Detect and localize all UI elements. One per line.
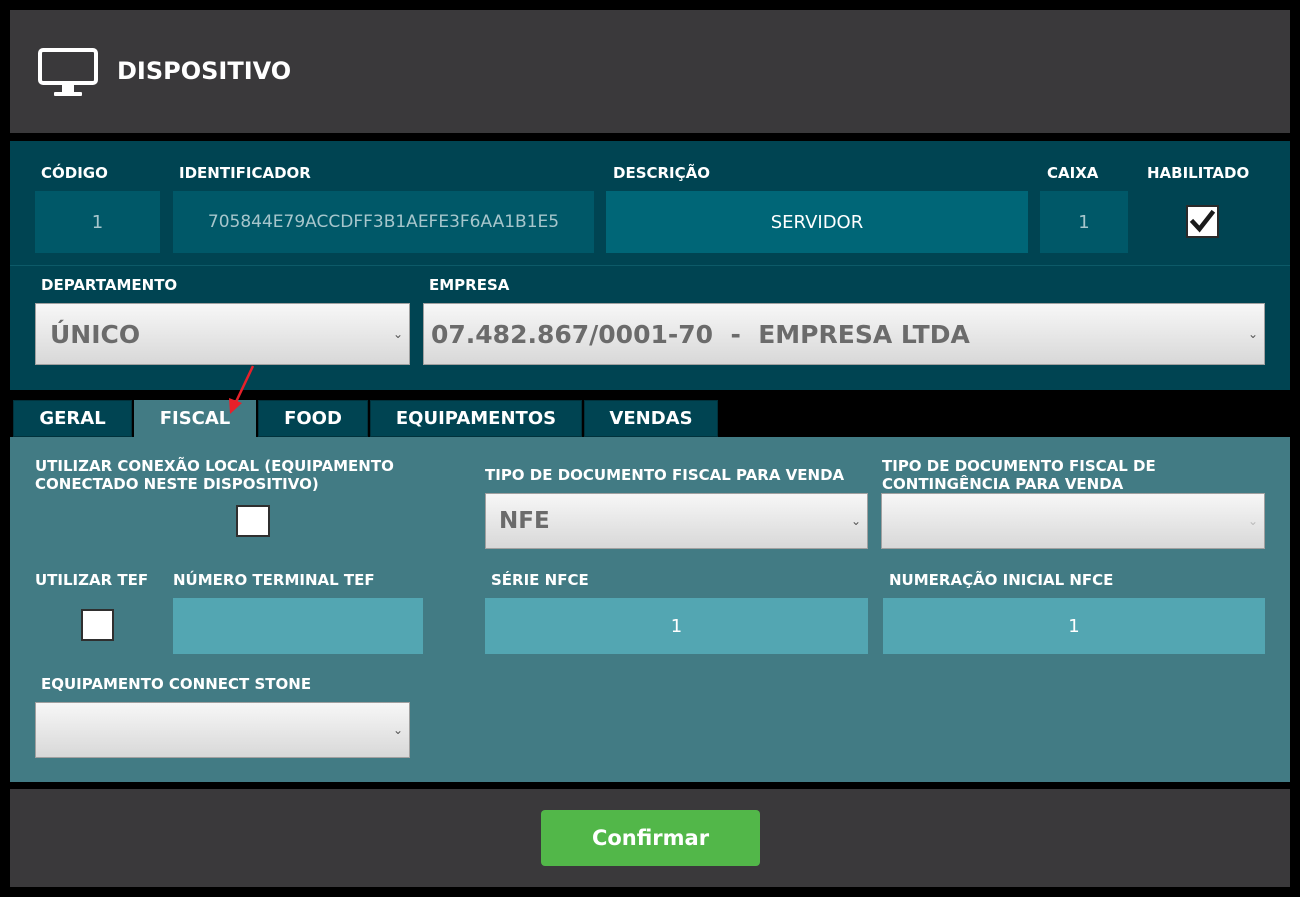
connect-stone-label: EQUIPAMENTO CONNECT STONE bbox=[41, 675, 312, 693]
checkmark-icon bbox=[1189, 209, 1216, 233]
tipo-doc-value: NFE bbox=[499, 508, 550, 534]
serie-nfce-label: SÉRIE NFCE bbox=[491, 571, 589, 589]
empresa-label: EMPRESA bbox=[429, 276, 510, 294]
utilizar-tef-checkbox[interactable] bbox=[81, 609, 114, 641]
annotation-arrow-icon bbox=[229, 365, 255, 414]
tipo-doc-contingencia-label-line1: TIPO DE DOCUMENTO FISCAL DE bbox=[882, 457, 1156, 475]
habilitado-checkbox[interactable] bbox=[1186, 205, 1219, 238]
connect-stone-select[interactable]: ⌄ bbox=[35, 702, 410, 758]
habilitado-label: HABILITADO bbox=[1147, 164, 1250, 182]
descricao-label: DESCRIÇÃO bbox=[613, 164, 711, 182]
identificador-label: IDENTIFICADOR bbox=[179, 164, 311, 182]
conexao-local-label-line1: UTILIZAR CONEXÃO LOCAL (EQUIPAMENTO bbox=[35, 457, 394, 475]
caixa-label: CAIXA bbox=[1047, 164, 1099, 182]
empresa-value: 07.482.867/0001-70 - EMPRESA LTDA bbox=[431, 319, 970, 349]
divider bbox=[10, 265, 1290, 266]
chevron-down-icon: ⌄ bbox=[1247, 327, 1258, 341]
numero-terminal-input[interactable] bbox=[173, 598, 423, 654]
page-header: DISPOSITIVO bbox=[10, 10, 1290, 133]
conexao-local-label-line2: CONECTADO NESTE DISPOSITIVO) bbox=[35, 475, 319, 493]
codigo-label: CÓDIGO bbox=[41, 164, 108, 182]
caixa-field: 1 bbox=[1040, 191, 1128, 253]
numero-terminal-label: NÚMERO TERMINAL TEF bbox=[173, 571, 375, 589]
empresa-select[interactable]: 07.482.867/0001-70 - EMPRESA LTDA ⌄ bbox=[423, 303, 1265, 365]
utilizar-tef-label: UTILIZAR TEF bbox=[35, 571, 149, 589]
codigo-field: 1 bbox=[35, 191, 160, 253]
chevron-down-icon: ⌄ bbox=[1247, 514, 1258, 528]
tipo-doc-contingencia-label-line2: CONTINGÊNCIA PARA VENDA bbox=[882, 475, 1124, 493]
monitor-icon bbox=[38, 48, 98, 96]
conexao-local-checkbox[interactable] bbox=[236, 505, 270, 537]
identificador-field: 705844E79ACCDFF3B1AEFE3F6AA1B1E5 bbox=[173, 191, 594, 253]
tipo-doc-select[interactable]: NFE ⌄ bbox=[485, 493, 868, 549]
departamento-label: DEPARTAMENTO bbox=[41, 276, 178, 294]
confirm-button[interactable]: Confirmar bbox=[541, 810, 760, 866]
chevron-down-icon: ⌄ bbox=[392, 723, 403, 737]
serie-nfce-input[interactable]: 1 bbox=[485, 598, 868, 654]
tipo-doc-label: TIPO DE DOCUMENTO FISCAL PARA VENDA bbox=[485, 466, 845, 484]
tab-vendas[interactable]: VENDAS bbox=[584, 400, 718, 437]
numeracao-inicial-label: NUMERAÇÃO INICIAL NFCE bbox=[889, 571, 1114, 589]
chevron-down-icon: ⌄ bbox=[850, 514, 861, 528]
chevron-down-icon: ⌄ bbox=[392, 327, 403, 341]
tab-geral[interactable]: GERAL bbox=[13, 400, 132, 437]
page-title: DISPOSITIVO bbox=[117, 57, 292, 85]
descricao-input[interactable]: SERVIDOR bbox=[606, 191, 1028, 253]
tab-equipamentos[interactable]: EQUIPAMENTOS bbox=[370, 400, 582, 437]
numeracao-inicial-input[interactable]: 1 bbox=[883, 598, 1265, 654]
departamento-value: ÚNICO bbox=[50, 319, 141, 349]
tab-food[interactable]: FOOD bbox=[258, 400, 368, 437]
departamento-select[interactable]: ÚNICO ⌄ bbox=[35, 303, 410, 365]
tipo-doc-contingencia-select[interactable]: ⌄ bbox=[881, 493, 1265, 549]
